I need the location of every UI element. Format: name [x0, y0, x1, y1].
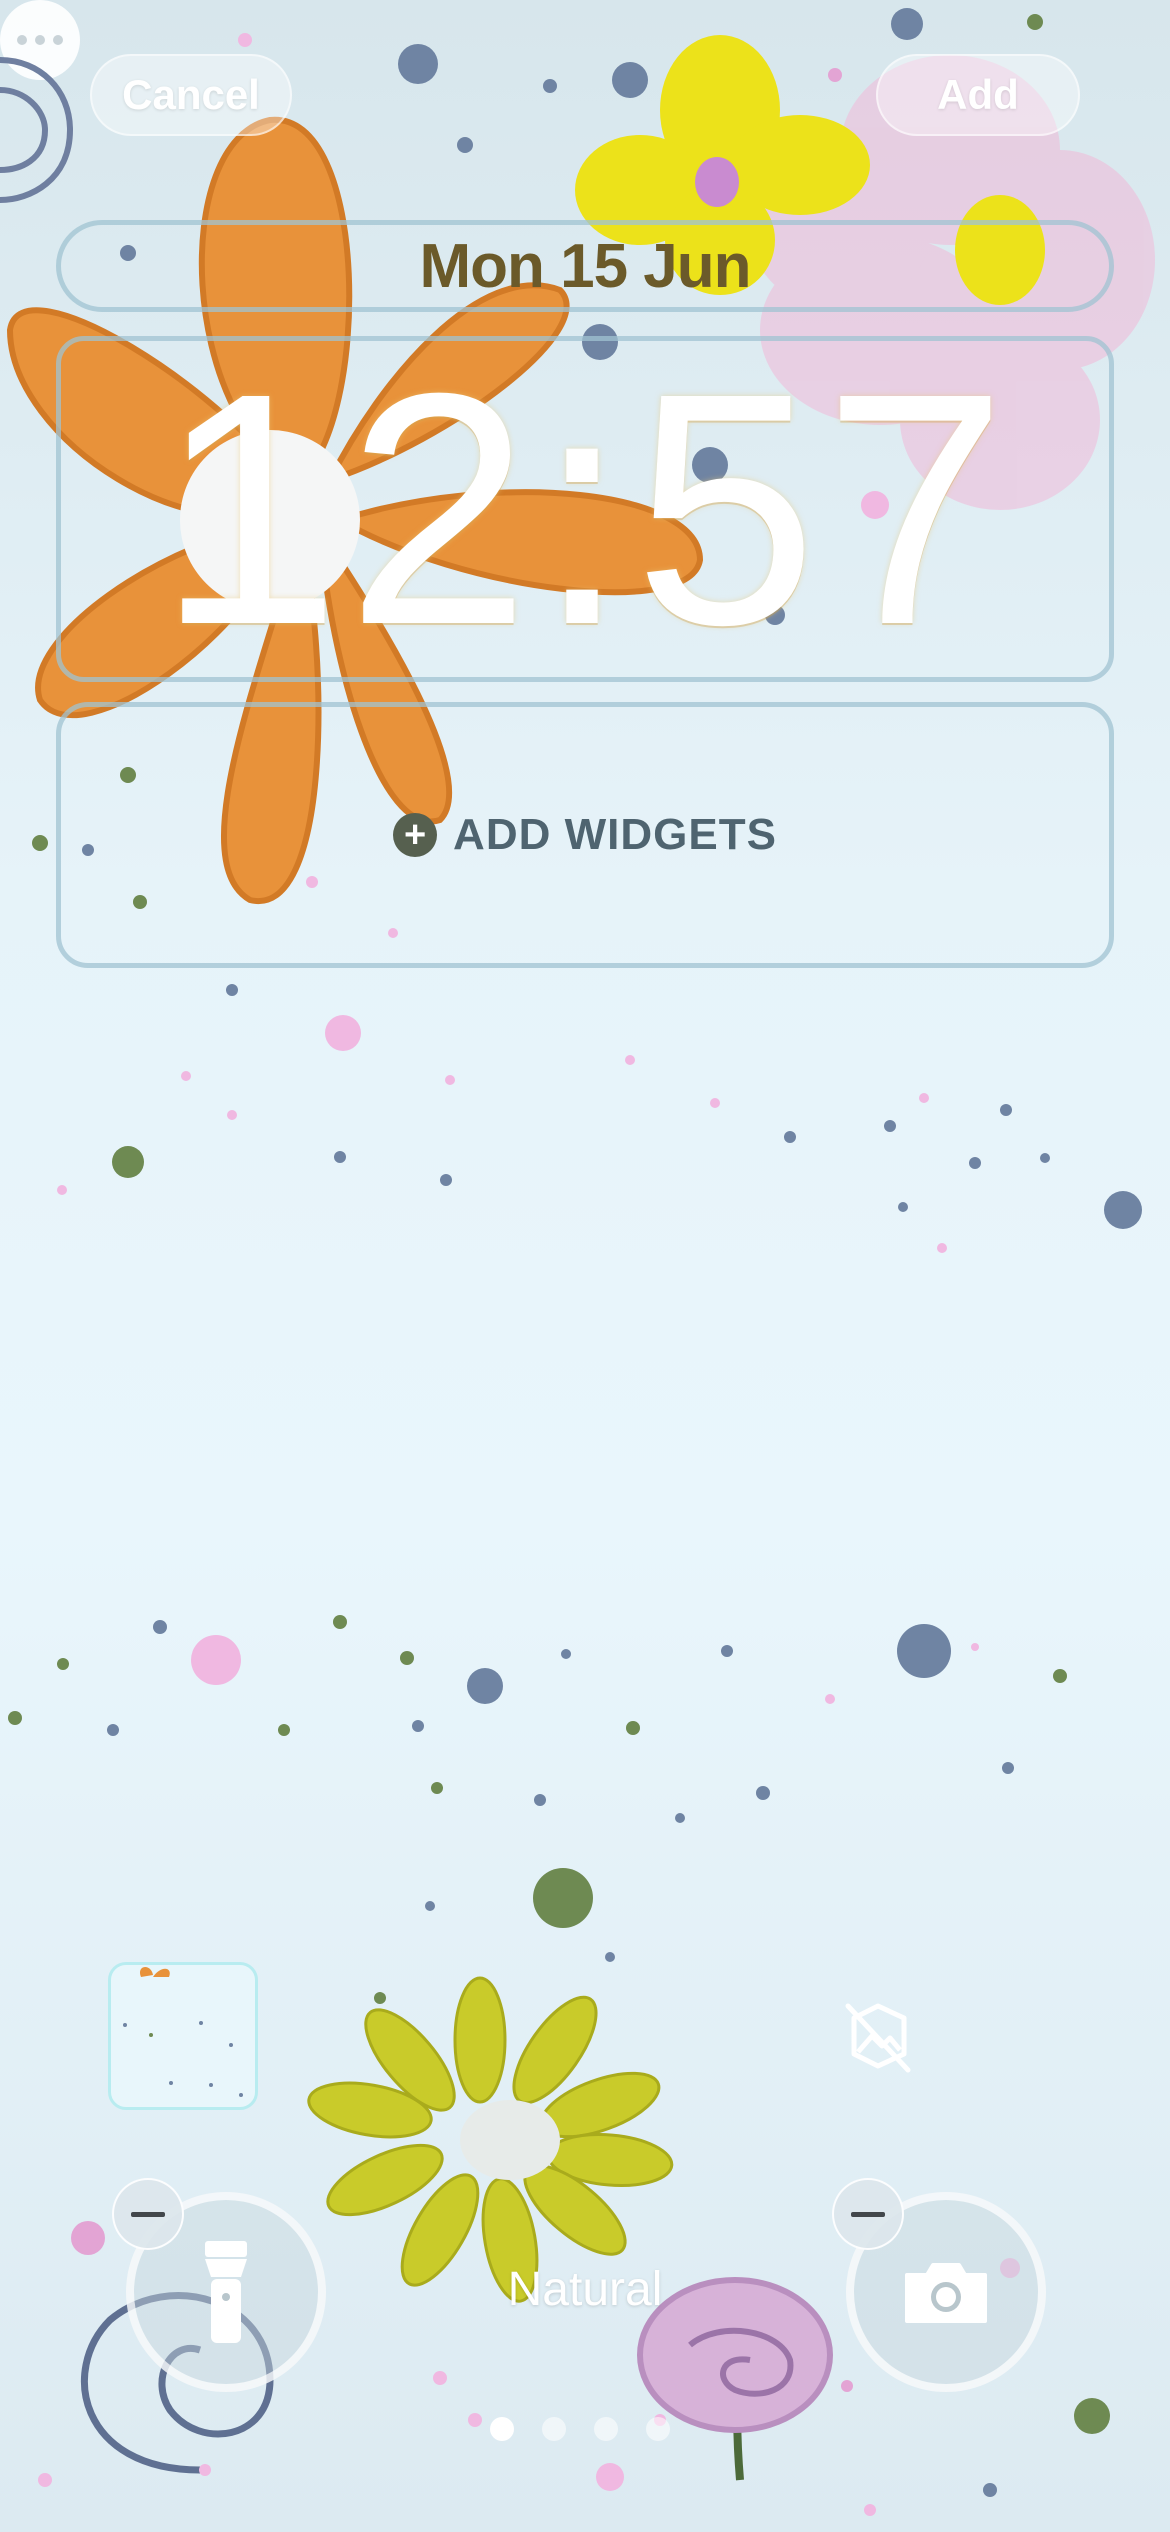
remove-flashlight-button[interactable]: [112, 2178, 184, 2250]
daisy-center: [460, 2100, 560, 2180]
plus-circle-icon: +: [393, 813, 438, 857]
photo-slash-icon[interactable]: [838, 1996, 918, 2076]
thumbnail-preview: [123, 1966, 243, 2097]
page-dot[interactable]: [646, 2417, 670, 2441]
page-indicator[interactable]: [490, 2414, 690, 2444]
date-label: Mon 15 Jun: [419, 231, 751, 301]
spiral-top-left: [0, 57, 74, 203]
add-widgets-area[interactable]: + ADD WIDGETS: [56, 702, 1114, 968]
clock-frame[interactable]: 12:57: [56, 336, 1114, 682]
lock-screen-editor: Cancel Add Mon 15 Jun 12:57 + ADD WIDGET…: [0, 0, 1170, 2532]
page-dot[interactable]: [542, 2417, 566, 2441]
minus-icon: [851, 2211, 885, 2217]
add-widgets-label: ADD WIDGETS: [453, 810, 777, 859]
cancel-button[interactable]: Cancel: [90, 54, 292, 136]
remove-camera-button[interactable]: [832, 2178, 904, 2250]
add-widgets-button[interactable]: + ADD WIDGETS: [393, 810, 777, 860]
filter-style-name: Natural: [507, 2263, 663, 2316]
page-dot[interactable]: [594, 2417, 618, 2441]
date-widget-frame[interactable]: Mon 15 Jun: [56, 220, 1114, 312]
clock-time: 12:57: [157, 324, 1013, 693]
minus-icon: [131, 2211, 165, 2217]
add-button[interactable]: Add: [876, 54, 1080, 136]
wallpaper-thumbnail[interactable]: [108, 1962, 258, 2110]
page-dot[interactable]: [490, 2417, 514, 2441]
